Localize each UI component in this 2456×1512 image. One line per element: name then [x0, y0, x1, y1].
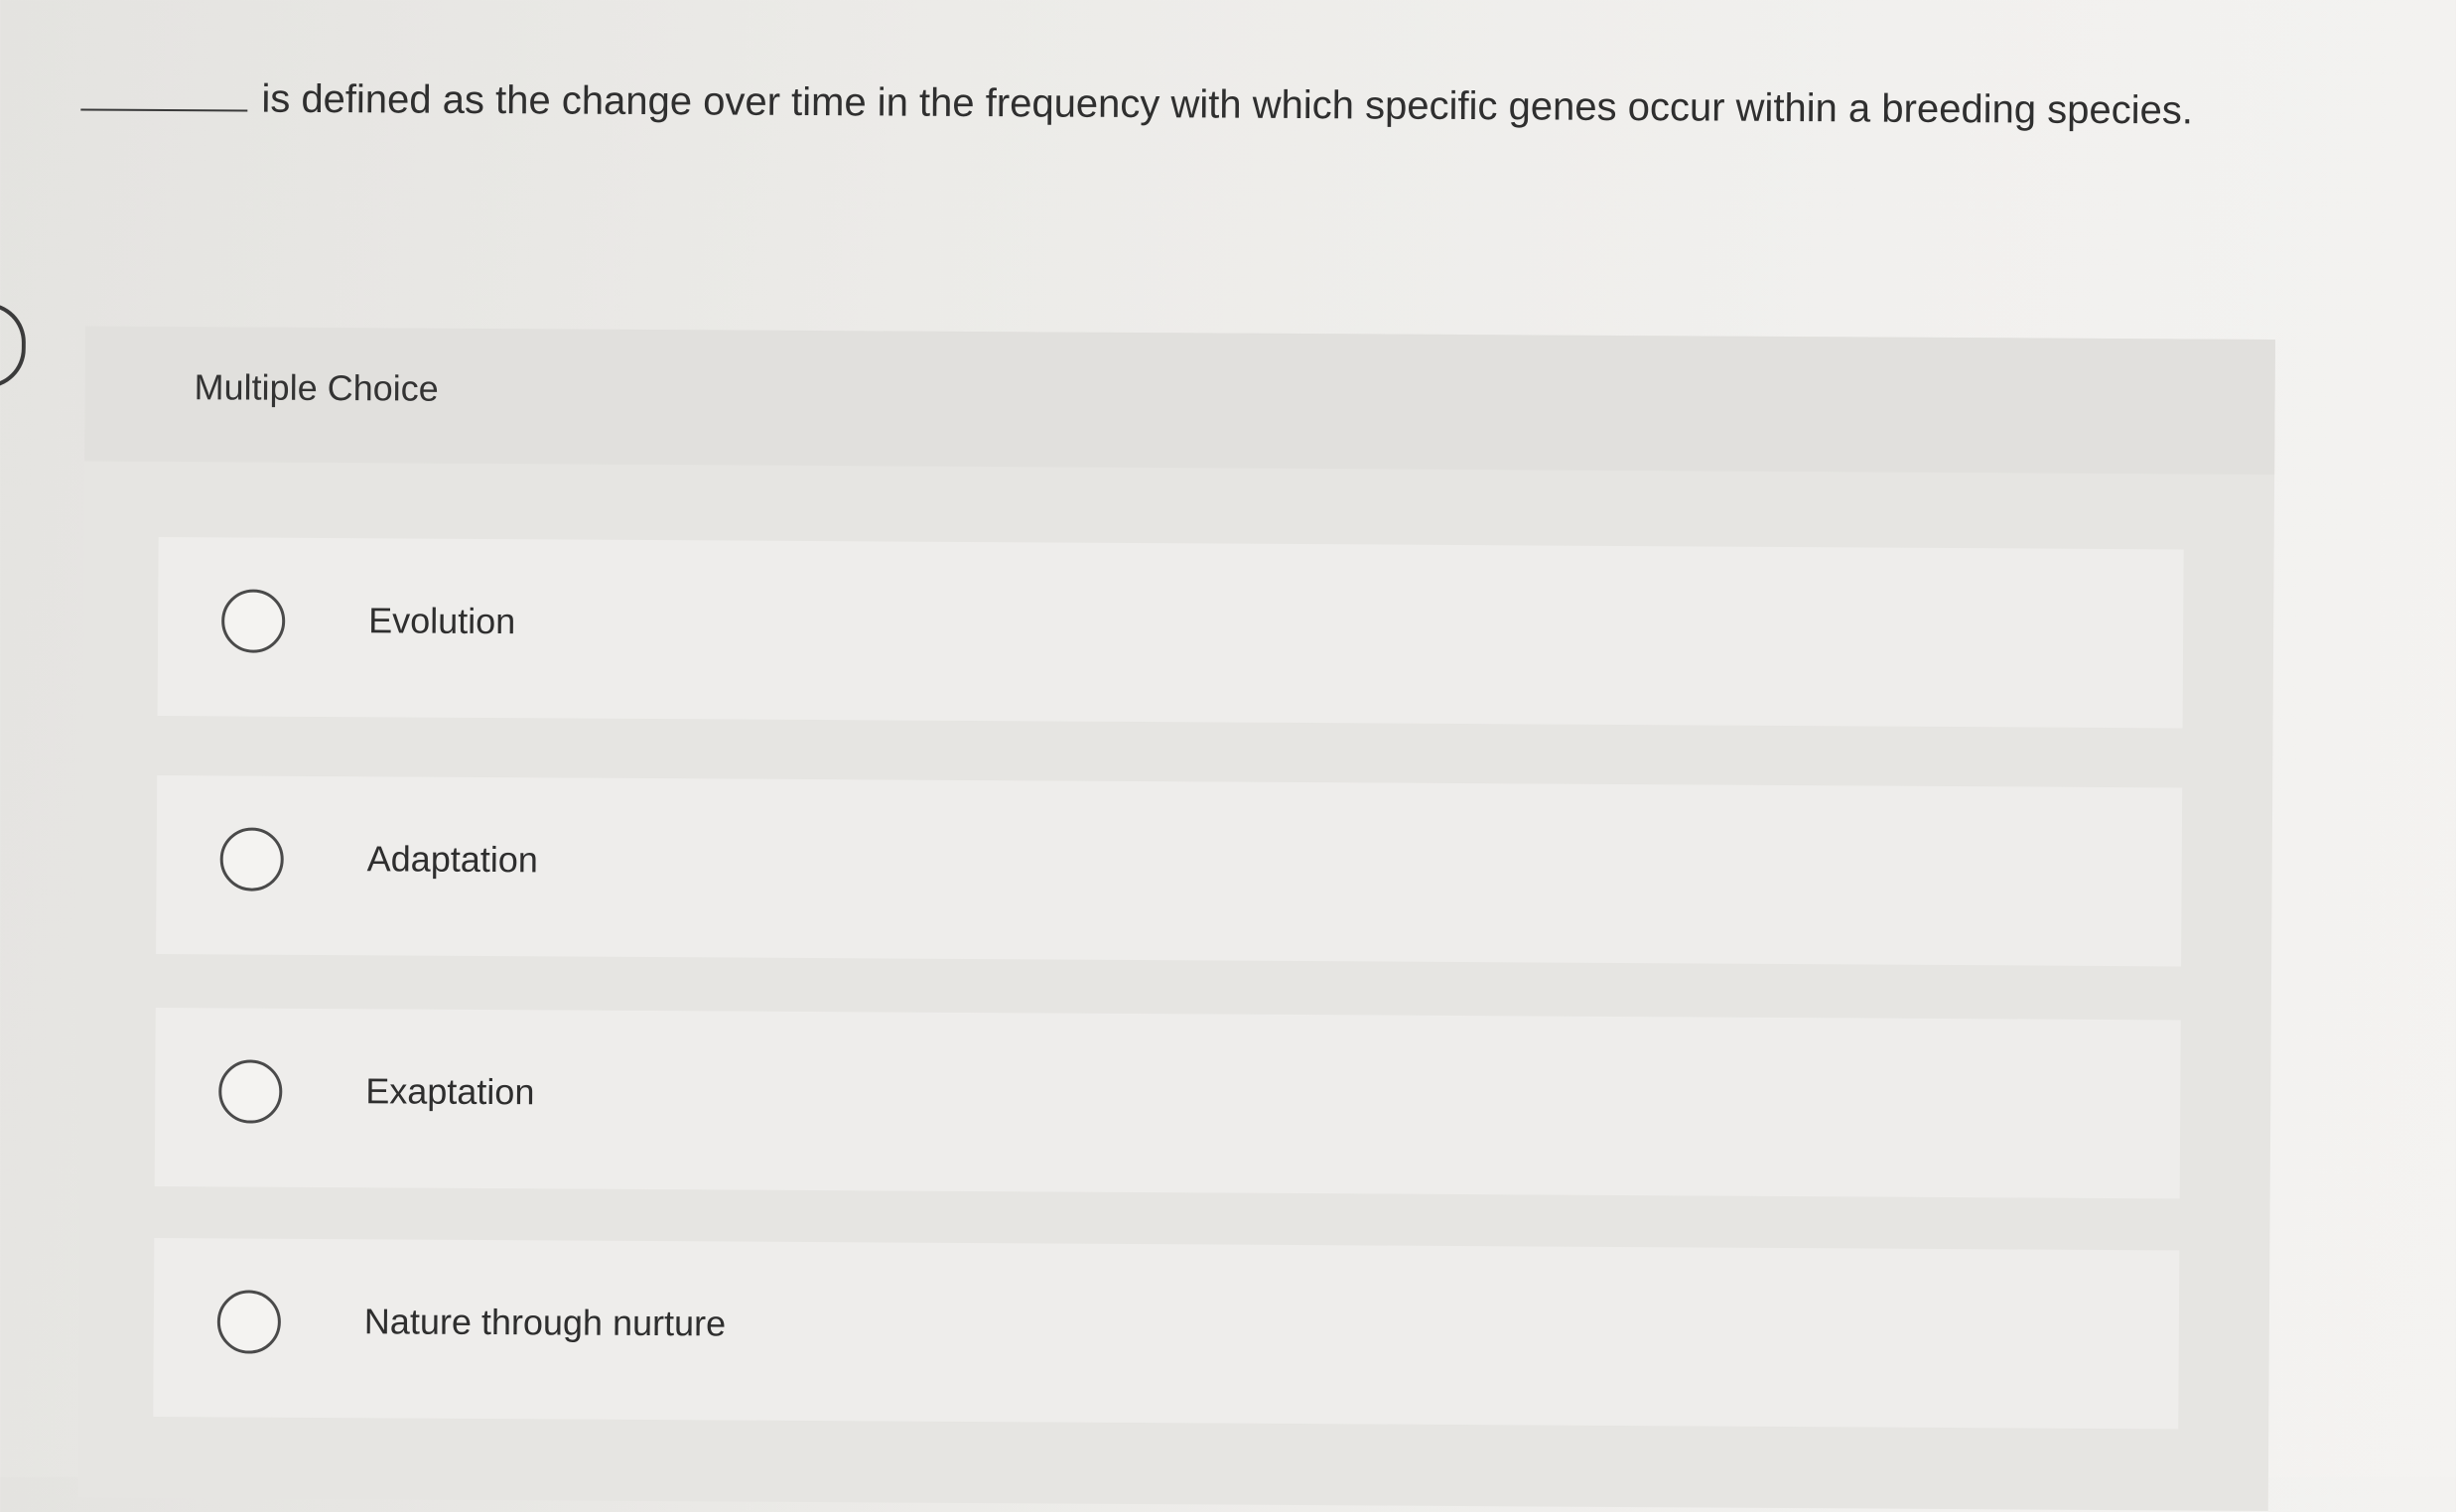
multiple-choice-panel: Multiple Choice Evolution Adaptation Exa… [77, 326, 2275, 1511]
answer-option-label: Exaptation [365, 1070, 535, 1113]
radio-unchecked-icon[interactable] [218, 1059, 283, 1124]
multiple-choice-header: Multiple Choice [84, 326, 2275, 476]
answer-option-label: Nature through nurture [363, 1301, 727, 1344]
answer-option-adaptation[interactable]: Adaptation [156, 774, 2183, 967]
radio-unchecked-icon[interactable] [220, 589, 286, 653]
side-panel-edge [0, 302, 27, 389]
multiple-choice-label: Multiple Choice [194, 366, 439, 409]
question-text: is defined as the change over time in th… [261, 76, 2194, 133]
answer-option-exaptation[interactable]: Exaptation [154, 1007, 2181, 1199]
radio-unchecked-icon[interactable] [219, 827, 284, 892]
answer-option-evolution[interactable]: Evolution [157, 536, 2184, 729]
answer-option-nature-through-nurture[interactable]: Nature through nurture [153, 1237, 2180, 1430]
quiz-page: is defined as the change over time in th… [0, 0, 2456, 1511]
answer-option-label: Evolution [368, 600, 516, 642]
answer-option-label: Adaptation [366, 838, 539, 881]
question-prompt: is defined as the change over time in th… [80, 69, 2235, 138]
radio-unchecked-icon[interactable] [216, 1290, 282, 1354]
answer-blank [80, 78, 248, 112]
